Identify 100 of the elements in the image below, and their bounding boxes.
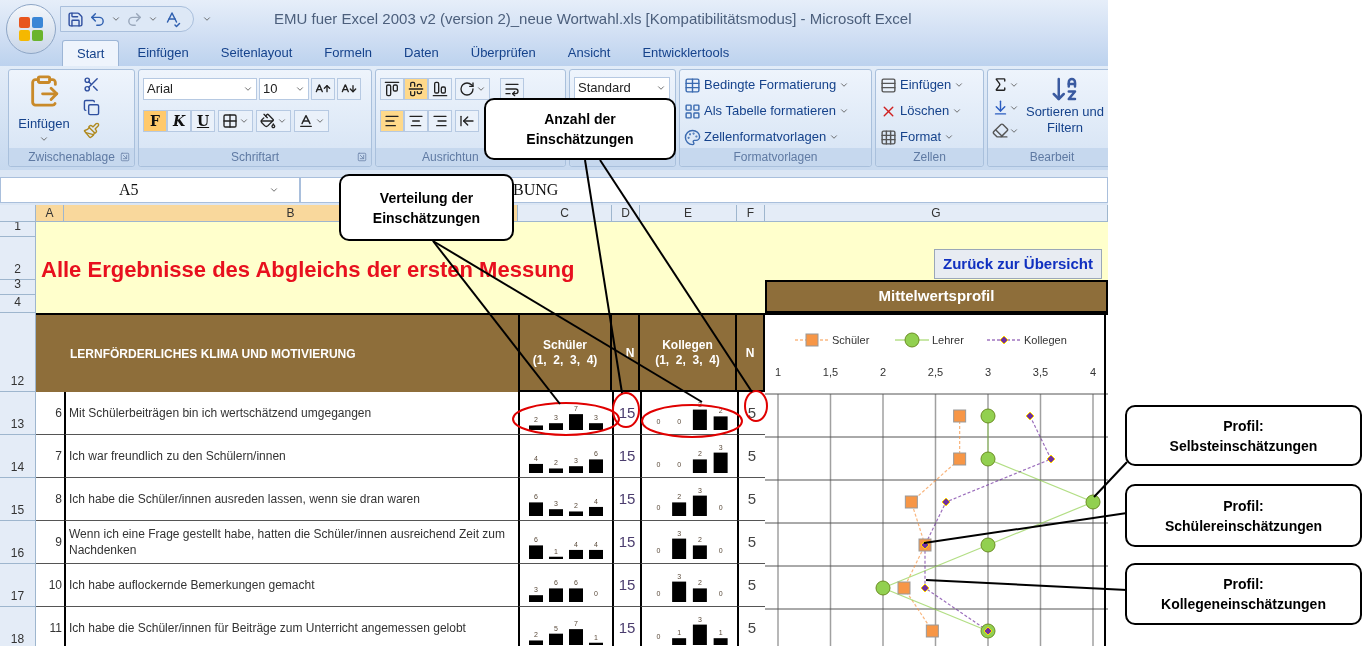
shrink-font-button[interactable] <box>337 78 361 100</box>
font-size: 10 <box>263 80 278 99</box>
vertical-align-icon <box>408 81 424 97</box>
grow-font-button[interactable] <box>311 78 335 100</box>
office-logo-icon <box>18 16 44 42</box>
ribbon-tab[interactable]: Seitenlayout <box>206 40 307 66</box>
font-style-button[interactable]: U <box>191 110 215 132</box>
column-header[interactable]: D <box>612 205 640 222</box>
bar <box>569 466 583 473</box>
fill-color-button[interactable] <box>256 110 291 132</box>
column-header[interactable]: C <box>518 205 612 222</box>
ribbon-tab[interactable]: Überprüfen <box>456 40 550 66</box>
column-header[interactable]: A <box>36 205 64 222</box>
font-name-field[interactable]: Arial <box>143 78 257 100</box>
fill-down-icon[interactable] <box>992 99 1009 116</box>
ribbon-tab[interactable]: Start <box>62 40 120 66</box>
name-box[interactable]: A5 <box>0 177 300 203</box>
bar <box>569 629 583 645</box>
styles-menu-button[interactable]: Zellenformatvorlagen <box>684 126 850 148</box>
copy-icon[interactable] <box>83 99 100 116</box>
back-button[interactable]: Zurück zur Übersicht <box>933 249 1102 279</box>
row-header[interactable]: 13 <box>0 392 36 435</box>
text-align-button[interactable] <box>380 110 404 132</box>
ribbon-tab[interactable]: Entwicklertools <box>628 40 744 66</box>
text-align-button[interactable] <box>428 110 452 132</box>
bar <box>713 638 728 645</box>
text-align-button[interactable] <box>404 110 428 132</box>
ribbon-tab[interactable]: Formeln <box>310 40 387 66</box>
scale-label: (1, 2, 3, 4) <box>655 352 720 368</box>
cells-menu-button[interactable]: Einfügen <box>880 74 965 96</box>
borders-button[interactable] <box>218 110 253 132</box>
eraser-icon[interactable] <box>992 122 1009 139</box>
row-header[interactable]: 3 <box>0 280 36 295</box>
row-header[interactable]: 4 <box>0 295 36 313</box>
caret-icon <box>944 132 955 142</box>
formula-text: BUNG <box>513 180 559 200</box>
row-header[interactable]: 16 <box>0 521 36 564</box>
indent-button[interactable] <box>455 110 479 132</box>
section-header: LERNFÖRDERLICHES KLIMA UND MOTIVIERUNG <box>36 313 518 392</box>
row-header[interactable]: 2 <box>0 237 36 280</box>
styles-menu-button[interactable]: Als Tabelle formatieren <box>684 100 850 122</box>
paintbrush-icon[interactable] <box>83 122 100 139</box>
paste-button[interactable]: Einfügen <box>13 74 75 148</box>
table-cell: 11 <box>36 607 64 646</box>
vertical-align-button[interactable] <box>380 78 404 100</box>
ribbon-tab[interactable]: Ansicht <box>553 40 625 66</box>
bar <box>529 463 543 473</box>
bar <box>589 423 603 430</box>
table-cell: 15 <box>612 435 640 478</box>
font-color-button[interactable] <box>294 110 329 132</box>
bar <box>589 506 603 516</box>
column-header[interactable]: G <box>765 205 1108 222</box>
styles-menu-button[interactable]: Bedingte Formatierung <box>684 74 850 96</box>
group-label: Zwischenablage <box>28 151 115 163</box>
bar <box>692 409 707 430</box>
row-header[interactable]: 14 <box>0 435 36 478</box>
save-icon[interactable] <box>67 10 84 28</box>
table-cell: 5 <box>737 564 765 607</box>
column-header[interactable]: E <box>640 205 737 222</box>
caret-icon <box>202 14 212 24</box>
font-style-button[interactable]: F <box>143 110 167 132</box>
row-header[interactable]: 17 <box>0 564 36 607</box>
row-header[interactable]: 15 <box>0 478 36 521</box>
vertical-align-button[interactable] <box>404 78 428 100</box>
caret-icon <box>656 83 666 93</box>
wrap-text-button[interactable] <box>500 78 524 100</box>
group-label: Bearbeit <box>1029 151 1075 163</box>
vertical-align-icon <box>384 81 400 97</box>
row-header[interactable]: 12 <box>0 313 36 392</box>
table-cell: Mit Schülerbeiträgen bin ich wertschätzend umgegangen <box>64 392 518 435</box>
ribbon-tab[interactable]: Daten <box>390 40 453 66</box>
bar <box>589 642 603 645</box>
row-header[interactable]: 18 <box>0 607 36 646</box>
cells-menu-button[interactable]: Löschen <box>880 100 965 122</box>
font-size-field[interactable]: 10 <box>259 78 309 100</box>
number-format-field[interactable]: Standard <box>574 77 670 99</box>
undo-icon[interactable] <box>89 10 106 28</box>
vertical-align-button[interactable] <box>428 78 452 100</box>
caret-icon <box>269 185 279 195</box>
sort-filter-button[interactable]: Sortieren und Filtern <box>1025 74 1105 148</box>
scissors-icon[interactable] <box>83 76 100 93</box>
window-title: EMU fuer Excel 2003 v2 (version 2)_neue Wortwahl.xls [Kompatibilitätsmodus] - Microsoft Excel <box>274 8 912 29</box>
table-cell: 8 <box>36 478 64 521</box>
data-point <box>920 583 930 593</box>
font-style-button[interactable]: K <box>167 110 191 132</box>
orientation-icon <box>459 81 475 97</box>
ribbon-tab[interactable]: Einfügen <box>123 40 203 66</box>
row-header[interactable]: 1 <box>0 222 36 237</box>
data-point <box>980 451 996 467</box>
table-cell: 15 <box>612 478 640 521</box>
data-point <box>1085 494 1101 510</box>
orientation-button[interactable] <box>455 78 490 100</box>
bar <box>529 640 543 645</box>
column-header[interactable]: F <box>737 205 765 222</box>
borders-icon <box>222 113 238 129</box>
bar <box>569 588 583 602</box>
data-point <box>897 581 911 595</box>
axis-tick-label: 3,5 <box>1032 366 1049 378</box>
bar <box>549 509 563 516</box>
cells-menu-button[interactable]: Format <box>880 126 965 148</box>
